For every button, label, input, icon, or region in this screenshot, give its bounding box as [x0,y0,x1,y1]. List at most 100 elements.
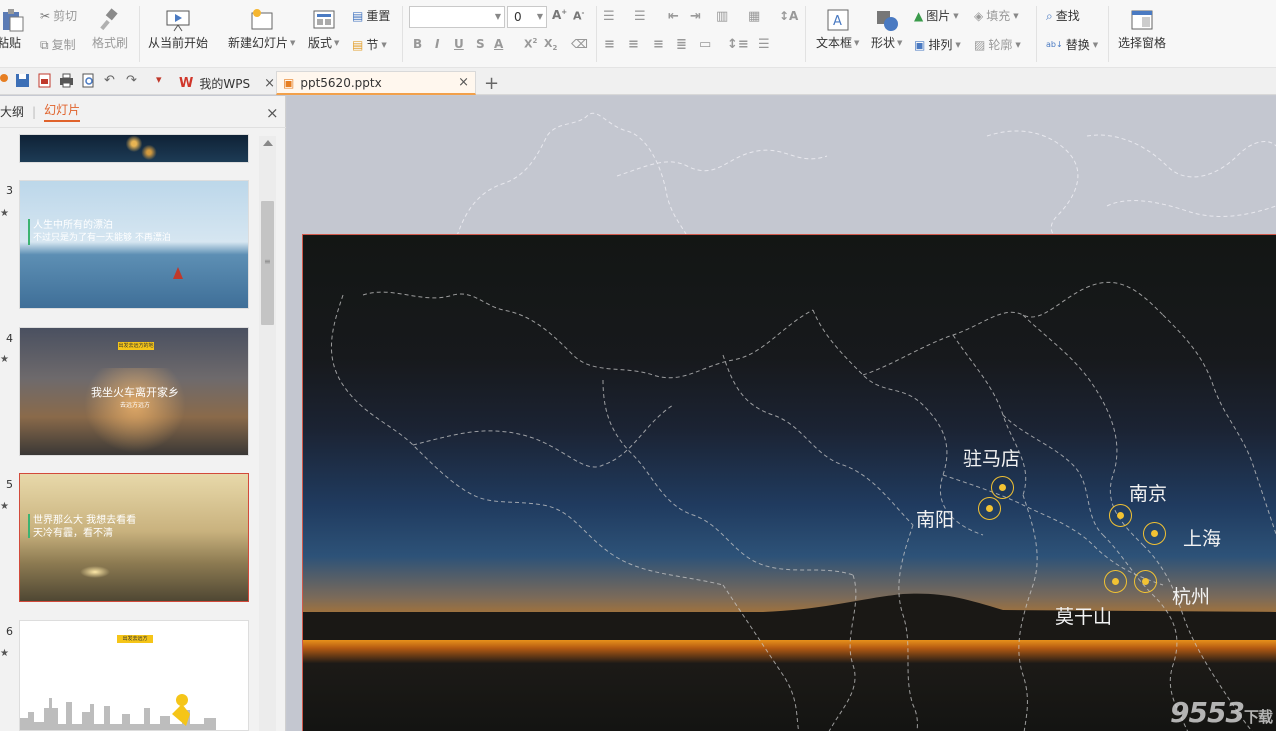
animation-star-icon: ★ [0,648,9,659]
slide-thumbnail[interactable]: 出发去远方的地方 我坐火车离开家乡 去远方远方 [19,327,249,456]
location-pin-icon[interactable] [1109,504,1132,527]
line-spacing-icon[interactable]: ↕≡ [727,37,749,52]
search-icon: ⌕ [1046,9,1053,23]
chevron-down-icon: ▼ [955,41,961,49]
slide-canvas[interactable]: 驻马店 南阳 南京 上海 杭州 莫干山 [302,234,1276,731]
animation-star-icon: ★ [0,208,9,219]
undo-icon[interactable]: ↶ [104,73,119,88]
location-pin-icon[interactable] [991,476,1014,499]
divider [1108,6,1109,62]
slide-thumbnail[interactable]: 出发去远方 [19,620,249,731]
scroll-thumb[interactable]: ≡ [261,201,274,325]
selection-pane-button[interactable]: 选择窗格 [1118,8,1166,50]
thumb-text: 去远方远方 [119,402,150,409]
format-painter-button[interactable]: 格式刷 [92,8,128,50]
location-pin-icon[interactable] [1104,570,1127,593]
open-icon[interactable] [0,74,8,82]
bold-icon[interactable]: B [413,37,422,51]
city-label[interactable]: 上海 [1183,524,1221,551]
slideshow-icon [166,10,190,32]
indent-increase-icon[interactable]: ⇥ [690,9,701,24]
font-size-value: 0 [514,10,522,24]
shadow-icon[interactable]: S [476,37,485,51]
slide-thumbnail[interactable] [19,134,249,163]
font-size-combo[interactable]: 0 ▼ [507,6,547,28]
save-icon[interactable] [15,73,30,88]
outline-button[interactable]: ▨ 轮廓 ▼ [974,38,1021,52]
format-painter-label: 格式刷 [92,36,129,50]
shape-button[interactable]: 形状 ▼ [871,8,902,50]
city-label[interactable]: 杭州 [1172,582,1210,609]
replace-icon: ab↓ [1046,40,1063,49]
location-pin-icon[interactable] [1143,522,1166,545]
text-direction-icon[interactable]: ▦ [748,9,760,24]
underline-icon[interactable]: U [454,37,464,51]
align-left-icon[interactable]: ≡ [604,37,615,52]
para-spacing-icon[interactable]: ☰ [758,37,770,52]
font-name-combo[interactable]: ▼ [409,6,505,28]
text-box-button[interactable]: A 文本框 ▼ [816,8,859,50]
new-tab-button[interactable]: + [478,71,505,95]
scroll-up-icon[interactable] [263,140,273,146]
print-preview-icon[interactable] [81,73,96,88]
chevron-down-icon: ▼ [290,39,296,47]
number-list-icon[interactable]: ☰ [634,9,646,24]
subscript-icon[interactable]: X2 [544,37,557,52]
justify-icon[interactable]: ≣ [676,37,687,52]
slide-thumbnail[interactable]: 人生中所有的漂泊 不过只是为了有一天能够 不再漂泊 [19,180,249,309]
from-current-button[interactable]: 从当前开始 [148,8,208,50]
print-icon[interactable] [59,73,74,88]
copy-button[interactable]: ⧉ 复制 [40,38,76,52]
close-icon[interactable]: × [264,76,275,91]
distribute-icon[interactable]: ▭ [699,37,711,52]
reset-button[interactable]: ▤ 重置 [352,9,390,23]
picture-button[interactable]: ▲ 图片 ▼ [914,9,959,23]
align-right-icon[interactable]: ≡ [653,37,664,52]
redo-icon[interactable]: ↷ [126,73,141,88]
tab-slides[interactable]: 幻灯片 [44,101,81,122]
scissors-icon: ✂ [40,9,51,23]
vertical-scrollbar[interactable]: ≡ [259,136,276,731]
tab-label: ppt5620.pptx [300,75,382,90]
location-pin-icon[interactable] [978,497,1001,520]
text-orient-icon[interactable]: ↕A [779,9,798,23]
sailboat-icon [173,267,183,279]
layout-button[interactable]: 版式 ▼ [308,8,339,50]
city-label[interactable]: 南阳 [916,505,954,532]
section-button[interactable]: ▤ 节 ▼ [352,38,387,52]
arrange-button[interactable]: ▣ 排列 ▼ [914,38,961,52]
slide-thumbnail[interactable]: 世界那么大 我想去看看 天冷有霾，看不清 [19,473,249,602]
city-label[interactable]: 莫干山 [1055,602,1112,629]
font-color-icon[interactable]: A [494,37,503,51]
replace-button[interactable]: ab↓ 替换 ▼ [1046,38,1098,52]
cut-button[interactable]: ✂ 剪切 [40,9,77,23]
tab-my-wps[interactable]: W 我的WPS × [173,71,281,95]
new-slide-label: 新建幻灯片 [228,36,289,50]
city-label[interactable]: 驻马店 [963,444,1020,471]
tab-outline[interactable]: 大纲 [0,103,24,120]
italic-icon[interactable]: I [435,37,439,51]
close-icon[interactable]: × [458,75,469,90]
tab-ppt5620[interactable]: ▣ ppt5620.pptx × [276,71,476,95]
thumb-text: 天冷有霾，看不清 [33,528,113,539]
new-slide-button[interactable]: 新建幻灯片 ▼ [228,8,295,50]
shrink-font-icon[interactable]: A- [573,9,584,23]
grow-font-icon[interactable]: A+ [552,8,567,22]
column-icon[interactable]: ▥ [716,9,728,24]
pdf-export-icon[interactable] [37,73,52,88]
paste-button[interactable]: 粘贴 [0,8,26,50]
fill-button[interactable]: ◈ 填充 ▼ [974,9,1019,23]
fill-bucket-icon: ◈ [974,9,984,23]
find-button[interactable]: ⌕ 查找 [1046,9,1080,23]
new-slide-icon [251,9,273,30]
location-pin-icon[interactable] [1134,570,1157,593]
clear-format-icon[interactable]: ⌫ [571,37,588,51]
close-icon[interactable]: × [266,104,279,122]
superscript-icon[interactable]: X2 [524,37,537,51]
bullet-list-icon[interactable]: ☰ [603,9,615,24]
customize-icon[interactable]: ▾ [156,73,171,88]
divider [596,6,597,62]
city-label[interactable]: 南京 [1129,479,1167,506]
indent-decrease-icon[interactable]: ⇤ [668,9,679,24]
align-center-icon[interactable]: ≡ [628,37,639,52]
